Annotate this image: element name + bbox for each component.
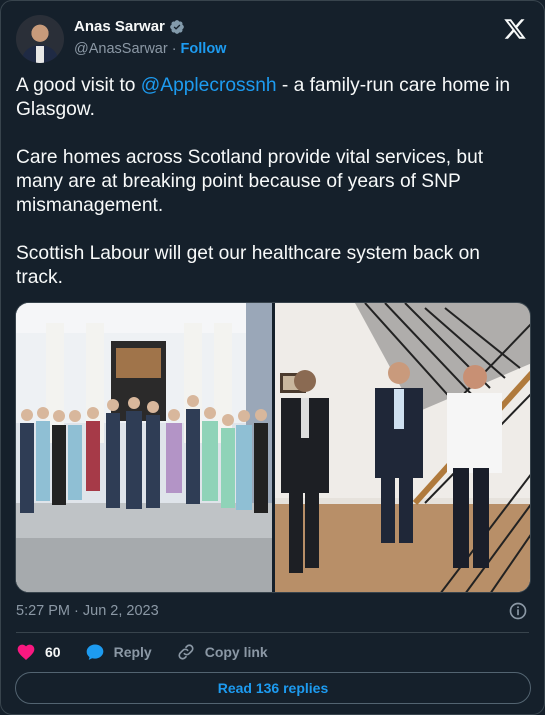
author-handle[interactable]: @AnasSarwar — [74, 41, 168, 57]
tweet-text: A good visit to @Applecrossnh - a family… — [16, 74, 526, 314]
meeting-photo-image[interactable] — [275, 303, 531, 593]
separator-dot: · — [171, 41, 177, 57]
group-photo-image[interactable] — [16, 303, 272, 593]
copy-link-button[interactable]: Copy link — [176, 642, 268, 662]
name-row: Anas Sarwar — [74, 18, 185, 35]
tweet-paragraph-1: A good visit to @Applecrossnh - a family… — [16, 75, 511, 120]
read-replies-button[interactable]: Read 136 replies — [15, 672, 531, 704]
like-count: 60 — [45, 644, 61, 660]
reply-button[interactable]: Reply — [85, 642, 152, 662]
mention-link[interactable]: @Applecrossnh — [141, 75, 277, 96]
tweet-media[interactable] — [15, 302, 531, 593]
info-icon[interactable] — [508, 601, 528, 621]
author-name[interactable]: Anas Sarwar — [74, 18, 165, 35]
tweet-paragraph-3: Scottish Labour will get our healthcare … — [16, 243, 480, 288]
reply-icon — [86, 644, 103, 660]
tweet-paragraph-2: Care homes across Scotland provide vital… — [16, 147, 484, 216]
reply-label: Reply — [113, 644, 152, 660]
verified-badge-icon — [170, 19, 184, 34]
heart-icon — [17, 644, 35, 660]
follow-button[interactable]: Follow — [181, 41, 227, 57]
x-logo-icon[interactable] — [503, 17, 527, 41]
tweet-header: Anas Sarwar @AnasSarwar · Follow — [16, 15, 529, 63]
handle-row: @AnasSarwar · Follow — [74, 41, 226, 57]
read-replies-label: Read 136 replies — [217, 680, 329, 696]
divider — [16, 632, 529, 633]
avatar[interactable] — [16, 15, 64, 63]
action-bar: 60 Reply Copy link — [16, 641, 292, 663]
copy-link-label: Copy link — [204, 644, 268, 660]
like-button[interactable]: 60 — [16, 642, 61, 662]
tweet-timestamp[interactable]: 5:27 PM · Jun 2, 2023 — [16, 603, 159, 619]
link-icon — [178, 644, 194, 660]
tweet-card: Anas Sarwar @AnasSarwar · Follow A good … — [0, 0, 545, 715]
